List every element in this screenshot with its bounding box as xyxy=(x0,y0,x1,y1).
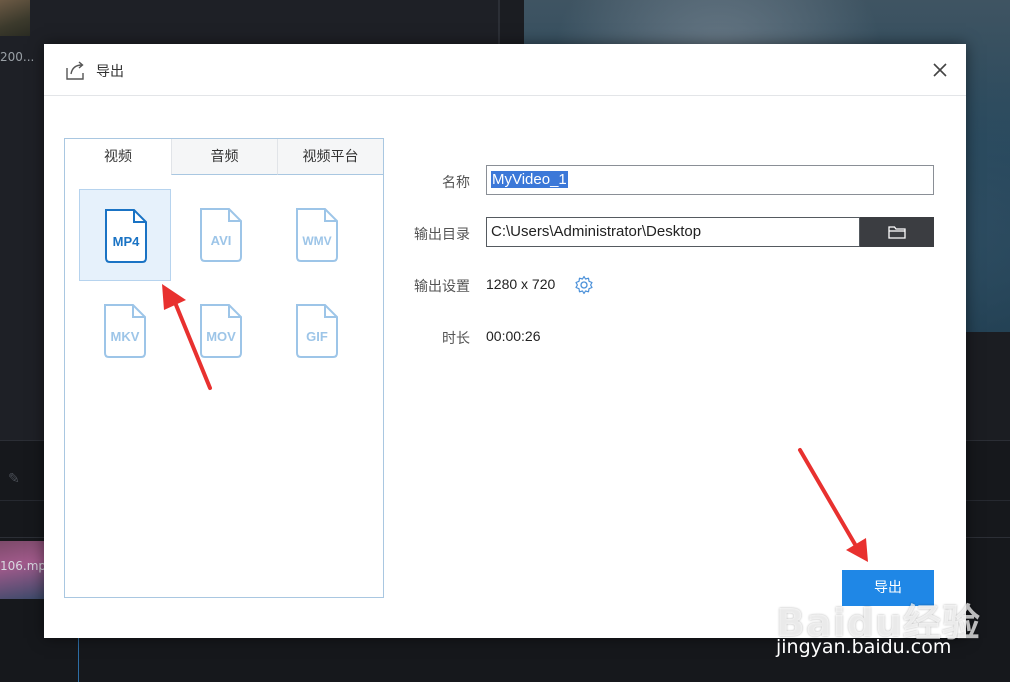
format-mov[interactable]: MOV xyxy=(175,285,267,377)
format-wmv[interactable]: WMV xyxy=(271,189,363,281)
dialog-title: 导出 xyxy=(96,64,124,80)
svg-text:AVI: AVI xyxy=(211,233,232,248)
output-dir-label: 输出目录 xyxy=(414,227,470,243)
name-label: 名称 xyxy=(442,175,470,191)
format-mp4[interactable]: MP4 xyxy=(79,189,171,281)
mkv-file-icon: MKV xyxy=(104,304,146,358)
svg-text:GIF: GIF xyxy=(306,329,328,344)
format-panel: 视频 音频 视频平台 MP4 AVI WMV MKV MOV GIF xyxy=(64,138,384,598)
mov-file-icon: MOV xyxy=(200,304,242,358)
duration-value: 00:00:26 xyxy=(486,328,541,344)
output-dir-input[interactable]: C:\Users\Administrator\Desktop xyxy=(486,217,860,247)
tab-bar: 视频 音频 视频平台 xyxy=(65,139,383,175)
export-button[interactable]: 导出 xyxy=(842,570,934,606)
svg-text:MP4: MP4 xyxy=(113,234,141,249)
output-settings-value: 1280 x 720 xyxy=(486,276,556,292)
media-thumbnail[interactable] xyxy=(0,0,30,36)
tab-video[interactable]: 视频 xyxy=(65,139,171,175)
format-gif[interactable]: GIF xyxy=(271,285,363,377)
wmv-file-icon: WMV xyxy=(296,208,338,262)
browse-folder-button[interactable] xyxy=(860,217,934,247)
avi-file-icon: AVI xyxy=(200,208,242,262)
pencil-icon[interactable]: ✎ xyxy=(8,471,24,487)
svg-text:MOV: MOV xyxy=(206,329,236,344)
gear-icon[interactable] xyxy=(574,275,594,295)
gif-file-icon: GIF xyxy=(296,304,338,358)
mp4-file-icon: MP4 xyxy=(105,209,147,263)
tab-video-platform[interactable]: 视频平台 xyxy=(277,139,383,175)
timeline-clip-name: 106.mp xyxy=(0,559,47,573)
format-mkv[interactable]: MKV xyxy=(79,285,171,377)
format-avi[interactable]: AVI xyxy=(175,189,267,281)
close-icon[interactable] xyxy=(930,60,950,80)
name-input[interactable]: MyVideo_1 xyxy=(486,165,934,195)
export-icon xyxy=(66,61,84,80)
export-dialog: 导出 视频 音频 视频平台 MP4 AVI WMV MKV MOV GIF 名称… xyxy=(44,44,966,638)
dialog-header: 导出 xyxy=(44,44,966,96)
svg-text:WMV: WMV xyxy=(302,234,331,248)
output-settings-label: 输出设置 xyxy=(414,279,470,295)
svg-text:MKV: MKV xyxy=(111,329,140,344)
duration-label: 时长 xyxy=(442,331,470,347)
tab-audio[interactable]: 音频 xyxy=(171,139,277,175)
name-input-value: MyVideo_1 xyxy=(491,171,568,188)
folder-icon xyxy=(888,226,906,239)
media-thumbnail-caption: 200... xyxy=(0,50,35,64)
